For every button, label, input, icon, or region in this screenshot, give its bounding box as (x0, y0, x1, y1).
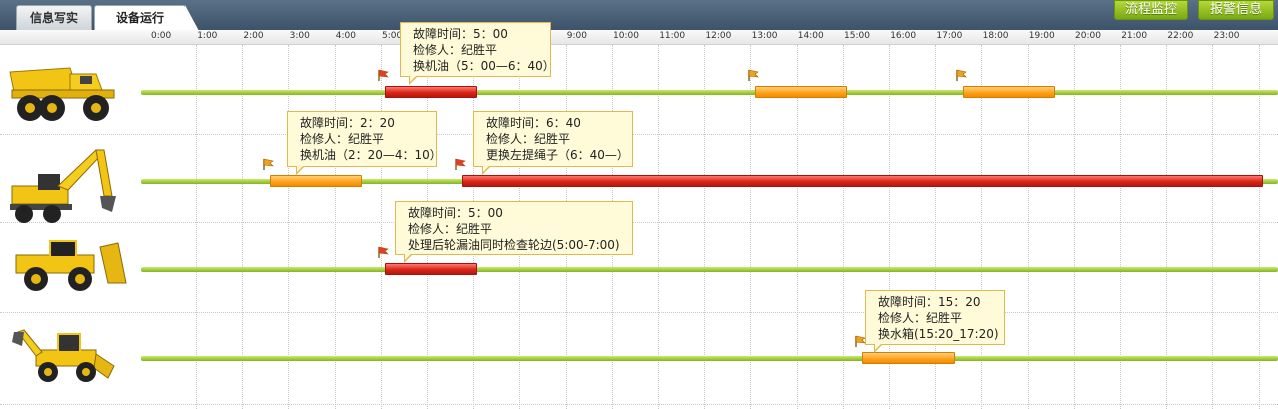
fault-repairer: 检修人：纪胜平 (878, 311, 963, 325)
hour-label: 15:00 (844, 31, 870, 41)
fault-task: 换机油（5：00—6：40） (413, 59, 555, 73)
timeline-track (141, 267, 1278, 272)
fault-time: 故障时间：15：20 (878, 295, 981, 309)
fault-tooltip: 故障时间：15：20 检修人：纪胜平 换水箱(15:20_17:20) (865, 290, 1005, 353)
hour-label: 3:00 (289, 31, 310, 41)
hour-gridline (242, 45, 244, 409)
top-bar: 信息写实 设备运行 流程监控 报警信息 (0, 0, 1278, 31)
fault-tooltip: 故障时间：2：20 检修人：纪胜平 换机油（2：20—4：10） (287, 111, 442, 175)
hour-gridline (196, 45, 197, 409)
hour-label: 19:00 (1028, 31, 1055, 41)
wheel-excavator-image (8, 146, 120, 230)
hour-gridline (1212, 45, 1214, 409)
hour-gridline (981, 45, 983, 409)
tab-info[interactable]: 信息写实 (16, 5, 92, 30)
hour-label: 17:00 (936, 31, 963, 41)
fault-bar-orange[interactable] (962, 86, 1055, 98)
timeline-track (141, 356, 1278, 361)
hour-label: 2:00 (243, 31, 264, 41)
fault-bar-red[interactable] (462, 175, 1263, 187)
fault-bar-red[interactable] (385, 263, 478, 275)
hour-label: 0:00 (151, 31, 172, 41)
fault-tooltip: 故障时间：6：40 检修人：纪胜平 更换左提绳子（6：40—） (473, 111, 633, 175)
fault-bar-red[interactable] (385, 86, 478, 98)
hour-label: 16:00 (890, 31, 917, 41)
fault-bar-orange[interactable] (754, 86, 847, 98)
fault-repairer: 检修人：纪胜平 (300, 132, 385, 146)
flag-icon[interactable] (955, 66, 967, 81)
hour-gridline (1120, 45, 1121, 409)
hour-label: 22:00 (1167, 31, 1194, 41)
fault-repairer: 检修人：纪胜平 (408, 222, 493, 236)
row-separator (0, 404, 1278, 405)
process-monitor-button[interactable]: 流程监控 (1114, 0, 1188, 20)
hour-label: 1:00 (197, 31, 218, 41)
hour-label: 23:00 (1213, 31, 1240, 41)
fault-time: 故障时间：5：00 (413, 27, 508, 41)
fault-time: 故障时间：2：20 (300, 116, 395, 130)
fault-task: 处理后轮漏油同时检查轮边(5:00-7:00) (408, 238, 620, 252)
hour-label: 9:00 (566, 31, 588, 41)
wheel-dozer-image (8, 237, 130, 297)
fault-repairer: 检修人：纪胜平 (413, 43, 498, 57)
fault-tooltip: 故障时间：5：00 检修人：纪胜平 处理后轮漏油同时检查轮边(5:00-7:00… (395, 201, 633, 263)
flag-icon[interactable] (747, 66, 759, 81)
fault-task: 换水箱(15:20_17:20) (878, 327, 999, 341)
flag-icon[interactable] (377, 66, 389, 81)
fault-task: 换机油（2：20—4：10） (300, 148, 442, 162)
backhoe-loader-image (8, 328, 120, 388)
hour-label: 21:00 (1121, 31, 1148, 41)
hour-gridline (842, 45, 844, 409)
fault-repairer: 检修人：纪胜平 (486, 132, 571, 146)
row-separator (0, 222, 1278, 223)
hour-label: 4:00 (335, 31, 357, 41)
alarm-info-button[interactable]: 报警信息 (1198, 0, 1274, 20)
hour-gridline (1258, 45, 1260, 409)
fault-tooltip: 故障时间：5：00 检修人：纪胜平 换机油（5：00—6：40） (400, 22, 555, 85)
hour-label: 10:00 (613, 31, 639, 41)
hour-label: 11:00 (659, 31, 686, 41)
fault-task: 更换左提绳子（6：40—） (486, 148, 629, 162)
hour-gridline (704, 45, 706, 409)
hour-gridline (334, 45, 336, 409)
hour-gridline (658, 45, 659, 409)
hour-gridline (750, 45, 752, 409)
dump-truck-image (8, 62, 120, 128)
fault-time: 故障时间：5：00 (408, 206, 503, 220)
hour-label: 14:00 (797, 31, 824, 41)
fault-bar-orange[interactable] (269, 175, 362, 187)
hour-gridline (288, 45, 290, 409)
hour-gridline (796, 45, 798, 409)
flag-icon[interactable] (262, 155, 274, 170)
hour-label: 13:00 (751, 31, 778, 41)
timeline-track (141, 90, 1278, 95)
flag-icon[interactable] (454, 155, 466, 170)
hour-gridline (1073, 45, 1075, 409)
row-separator (0, 134, 1278, 135)
hour-label: 12:00 (705, 31, 732, 41)
flag-icon[interactable] (377, 243, 389, 258)
tab-equipment-running[interactable]: 设备运行 (94, 5, 199, 31)
hour-gridline (380, 45, 382, 409)
hour-ruler: 0:001:002:003:004:005:006:007:008:009:00… (0, 30, 1278, 45)
hour-label: 20:00 (1075, 31, 1101, 41)
hour-gridline (1166, 45, 1168, 409)
hour-label: 18:00 (982, 31, 1009, 41)
fault-bar-orange[interactable] (862, 352, 955, 364)
hour-gridline (1027, 45, 1029, 409)
row-separator (0, 312, 1278, 313)
fault-time: 故障时间：6：40 (486, 116, 581, 130)
